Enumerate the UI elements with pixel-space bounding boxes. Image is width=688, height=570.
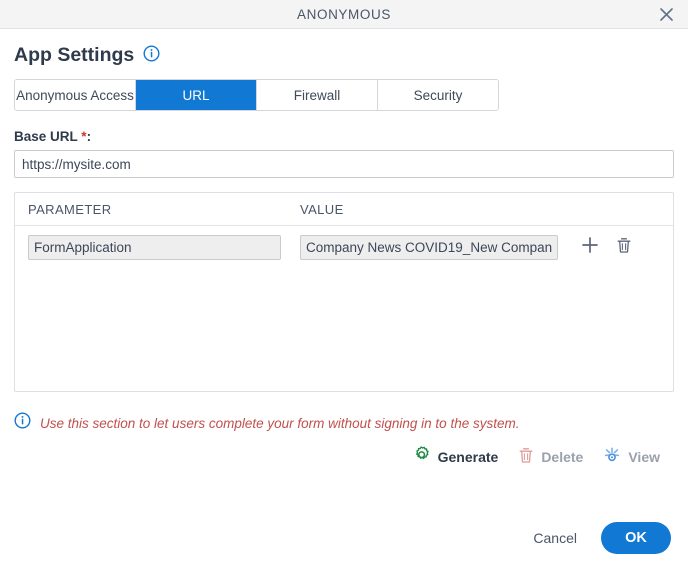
tab-security[interactable]: Security <box>378 80 498 110</box>
base-url-label-colon: : <box>86 129 92 144</box>
settings-tabs: Anonymous Access URL Firewall Security <box>14 79 499 111</box>
gear-icon <box>413 446 431 467</box>
generate-label: Generate <box>437 448 499 465</box>
window-title: ANONYMOUS <box>297 6 391 22</box>
base-url-label: Base URL *: <box>14 129 674 144</box>
dialog-body: App Settings Anonymous Access URL Firewa… <box>0 45 688 467</box>
window-title-bar: ANONYMOUS <box>0 0 688 29</box>
close-button[interactable] <box>654 2 678 26</box>
delete-label: Delete <box>541 448 584 465</box>
parameters-panel: PARAMETER VALUE <box>14 192 674 392</box>
table-header-row: PARAMETER VALUE <box>15 193 673 226</box>
parameter-name-input[interactable] <box>28 235 281 260</box>
info-note: Use this section to let users complete y… <box>14 412 674 434</box>
trash-icon <box>518 447 534 467</box>
base-url-label-text: Base URL <box>14 129 78 144</box>
tab-anonymous-access[interactable]: Anonymous Access <box>15 80 136 110</box>
base-url-input[interactable] <box>14 150 674 178</box>
column-header-parameter: PARAMETER <box>28 201 112 217</box>
delete-button[interactable]: Delete <box>518 447 583 467</box>
info-circle-icon[interactable] <box>143 45 160 67</box>
parameter-value-input[interactable] <box>300 235 558 260</box>
dialog-footer: Cancel OK <box>0 522 688 554</box>
view-button[interactable]: View <box>603 446 660 467</box>
view-label: View <box>628 448 660 465</box>
table-row <box>15 226 673 260</box>
generate-button[interactable]: Generate <box>413 446 499 467</box>
view-icon <box>603 446 621 467</box>
cancel-button[interactable]: Cancel <box>525 524 585 552</box>
delete-parameter-button[interactable] <box>612 236 636 260</box>
actions-row: Generate Delete View <box>14 446 674 467</box>
plus-icon <box>581 236 599 259</box>
ok-button[interactable]: OK <box>601 522 671 554</box>
close-icon <box>659 7 674 22</box>
column-header-value: VALUE <box>300 201 344 217</box>
page-title-row: App Settings <box>14 45 674 67</box>
info-note-text: Use this section to let users complete y… <box>40 415 520 431</box>
tab-url[interactable]: URL <box>136 80 257 110</box>
info-circle-icon <box>14 412 31 434</box>
trash-icon <box>616 237 632 259</box>
page-title: App Settings <box>14 44 135 67</box>
tab-firewall[interactable]: Firewall <box>257 80 378 110</box>
add-parameter-button[interactable] <box>578 236 602 260</box>
